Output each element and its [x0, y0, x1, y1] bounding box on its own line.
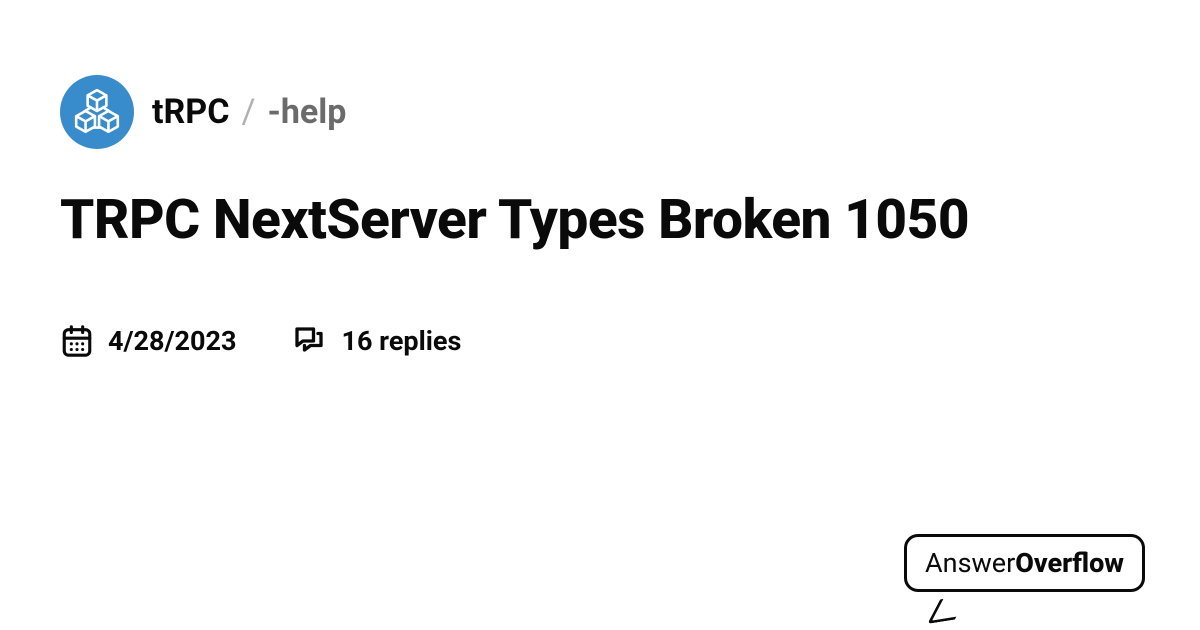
meta-date: 4/28/2023: [60, 324, 236, 358]
page-title: TRPC NextServer Types Broken 1050: [60, 187, 1110, 253]
breadcrumb-channel: -help: [267, 92, 346, 132]
trpc-logo: [60, 75, 134, 149]
brand-logo: AnswerOverflow: [904, 534, 1145, 592]
header-row: tRPC / -help: [60, 75, 1140, 149]
replies-text: 16 replies: [341, 325, 461, 357]
date-text: 4/28/2023: [108, 325, 236, 357]
meta-row: 4/28/2023 16 replies: [60, 323, 1140, 359]
breadcrumb: tRPC / -help: [152, 92, 346, 132]
breadcrumb-separator: /: [241, 92, 255, 132]
meta-replies: 16 replies: [291, 323, 461, 359]
brand-part2: Overflow: [1015, 547, 1124, 579]
breadcrumb-org: tRPC: [152, 92, 229, 132]
calendar-icon: [60, 324, 94, 358]
replies-icon: [291, 323, 327, 359]
brand-part1: Answer: [925, 547, 1015, 579]
cubes-icon: [71, 86, 123, 138]
brand-bubble: AnswerOverflow: [904, 534, 1145, 592]
